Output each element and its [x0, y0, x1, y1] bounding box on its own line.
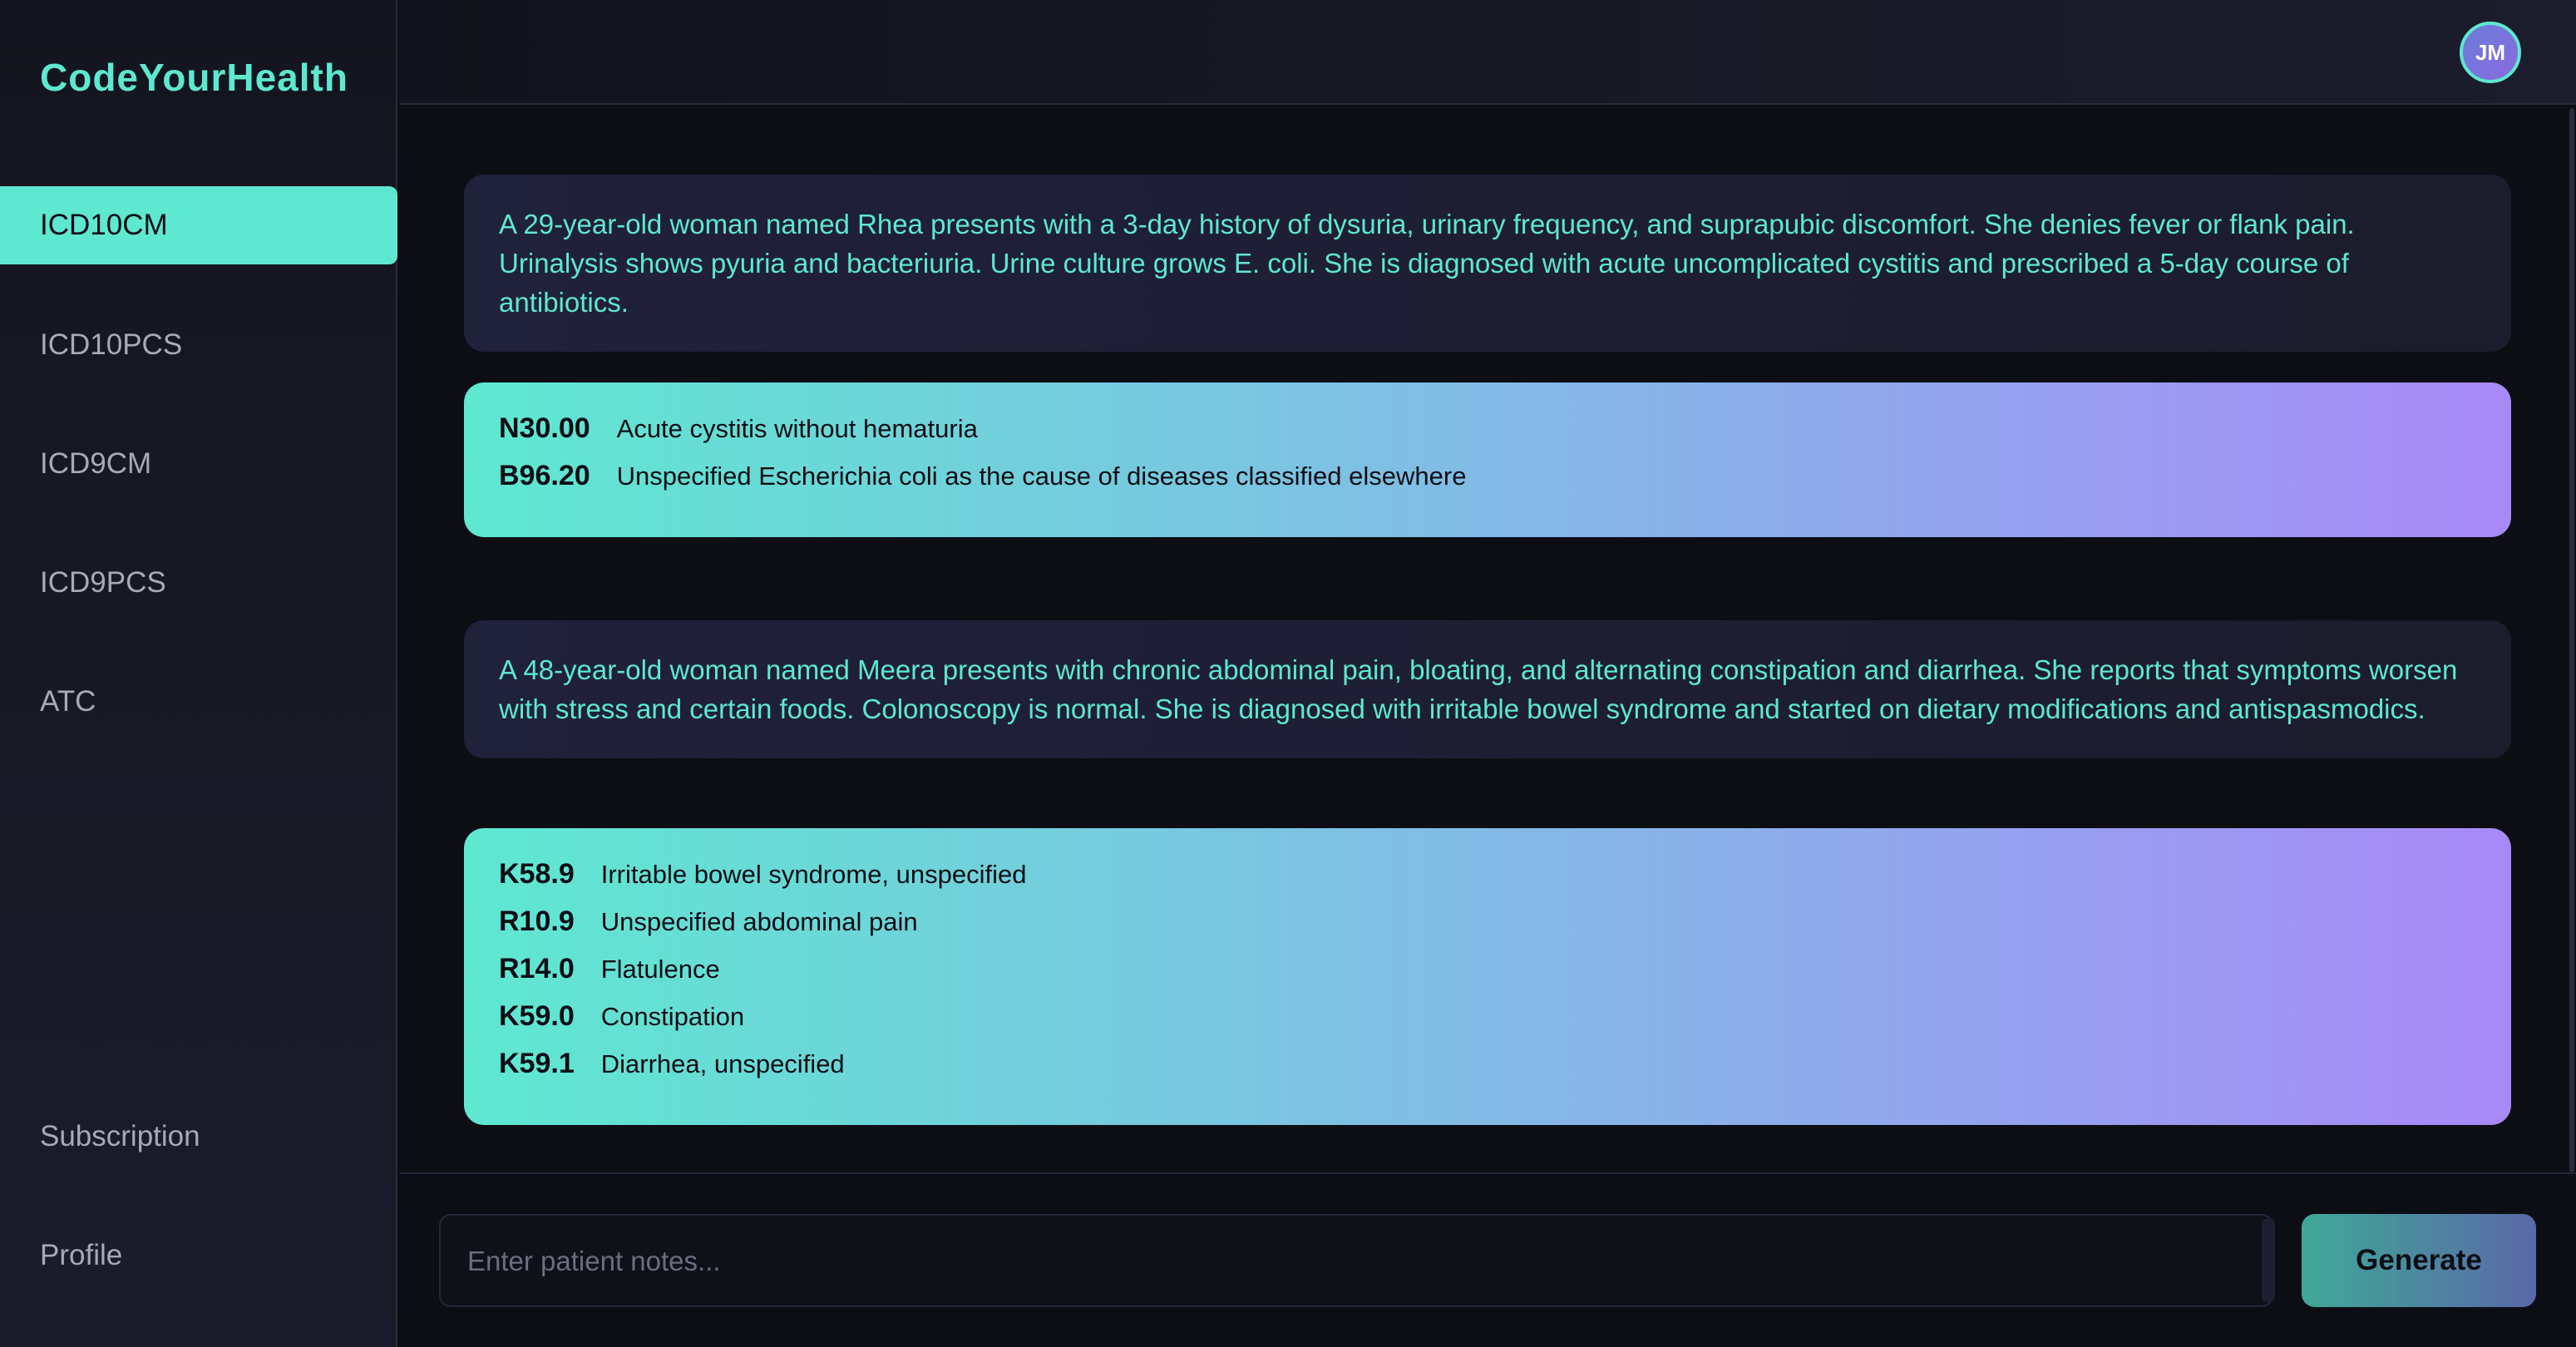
code-row: K58.9 Irritable bowel syndrome, unspecif…: [499, 858, 2476, 905]
sidebar-item-icd9pcs[interactable]: ICD9PCS: [0, 544, 397, 622]
sidebar-item-icd10cm[interactable]: ICD10CM: [0, 186, 397, 264]
top-bar: [399, 0, 2576, 105]
codes-card: N30.00 Acute cystitis without hematuria …: [464, 382, 2511, 537]
sidebar-item-label: ICD10CM: [40, 209, 168, 241]
code-row: N30.00 Acute cystitis without hematuria: [499, 412, 2476, 460]
patient-notes-input[interactable]: [439, 1214, 2273, 1307]
sidebar-item-subscription[interactable]: Subscription: [0, 1098, 397, 1176]
code-description: Irritable bowel syndrome, unspecified: [600, 860, 1027, 889]
main-scrollbar[interactable]: [2569, 108, 2574, 1172]
code-description: Flatulence: [600, 955, 720, 984]
patient-note-card: A 48-year-old woman named Meera presents…: [464, 620, 2511, 758]
codes-card: K58.9 Irritable bowel syndrome, unspecif…: [464, 828, 2511, 1125]
sidebar-item-label: ICD9PCS: [40, 566, 166, 599]
code-id: K58.9: [499, 858, 575, 890]
code-row: K59.0 Constipation: [499, 1000, 2476, 1048]
code-id: K59.0: [499, 1000, 575, 1032]
code-row: R10.9 Unspecified abdominal pain: [499, 905, 2476, 953]
code-id: R10.9: [499, 905, 575, 937]
brand-logo[interactable]: CodeYourHealth: [40, 55, 348, 100]
sidebar-item-label: Profile: [40, 1239, 123, 1271]
sidebar-item-icd10pcs[interactable]: ICD10PCS: [0, 306, 397, 384]
code-row: B96.20 Unspecified Escherichia coli as t…: [499, 460, 2476, 507]
code-id: N30.00: [499, 412, 590, 444]
sidebar: CodeYourHealth ICD10CM ICD10PCS ICD9CM I…: [0, 0, 397, 1347]
code-description: Diarrhea, unspecified: [600, 1049, 845, 1078]
code-id: K59.1: [499, 1048, 575, 1079]
sidebar-item-atc[interactable]: ATC: [0, 663, 397, 741]
generate-button[interactable]: Generate: [2302, 1214, 2536, 1307]
sidebar-item-icd9cm[interactable]: ICD9CM: [0, 425, 397, 503]
patient-note-text: A 29-year-old woman named Rhea presents …: [499, 209, 2355, 318]
sidebar-item-profile[interactable]: Profile: [0, 1216, 397, 1295]
code-row: R14.0 Flatulence: [499, 953, 2476, 1000]
input-resize-handle[interactable]: [2262, 1219, 2275, 1302]
app-root: CodeYourHealth ICD10CM ICD10PCS ICD9CM I…: [0, 0, 2576, 1347]
code-description: Unspecified Escherichia coli as the caus…: [616, 461, 1467, 491]
code-id: R14.0: [499, 953, 575, 984]
sidebar-item-label: ICD10PCS: [40, 328, 183, 361]
code-description: Constipation: [600, 1002, 745, 1031]
avatar[interactable]: JM: [2460, 22, 2521, 83]
patient-note-card: A 29-year-old woman named Rhea presents …: [464, 175, 2511, 352]
sidebar-item-label: Subscription: [40, 1120, 200, 1152]
code-description: Acute cystitis without hematuria: [616, 414, 978, 443]
patient-note-text: A 48-year-old woman named Meera presents…: [499, 654, 2458, 724]
sidebar-item-label: ATC: [40, 685, 96, 718]
code-row: K59.1 Diarrhea, unspecified: [499, 1048, 2476, 1095]
code-id: B96.20: [499, 460, 590, 491]
sidebar-item-label: ICD9CM: [40, 447, 152, 480]
code-description: Unspecified abdominal pain: [600, 907, 918, 936]
